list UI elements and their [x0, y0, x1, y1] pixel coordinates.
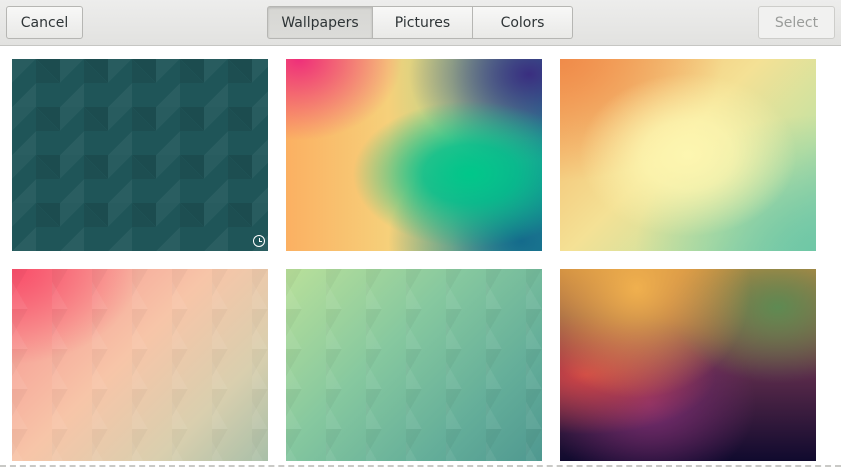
wallpaper-thumbnail-pink-beige-triangles[interactable]: [12, 269, 268, 461]
cancel-button[interactable]: Cancel: [6, 6, 83, 39]
wallpaper-thumbnail-dark-teal-triangles[interactable]: [12, 59, 268, 251]
clock-icon: [253, 235, 265, 247]
tab-wallpapers[interactable]: Wallpapers: [267, 6, 373, 39]
wallpaper-thumbnail-pink-yellow-green-blur[interactable]: [286, 59, 542, 251]
tab-colors[interactable]: Colors: [473, 6, 573, 39]
wallpaper-thumbnail-sunset-purple-blur[interactable]: [560, 269, 816, 461]
bottom-divider: [0, 465, 841, 467]
tab-pictures[interactable]: Pictures: [373, 6, 473, 39]
select-button[interactable]: Select: [758, 6, 835, 39]
wallpaper-thumbnail-orange-yellow-mint-blur[interactable]: [560, 59, 816, 251]
view-switcher: Wallpapers Pictures Colors: [267, 6, 573, 39]
header-bar: Cancel Wallpapers Pictures Colors Select: [0, 0, 841, 46]
wallpaper-thumbnail-green-teal-triangles[interactable]: [286, 269, 542, 461]
